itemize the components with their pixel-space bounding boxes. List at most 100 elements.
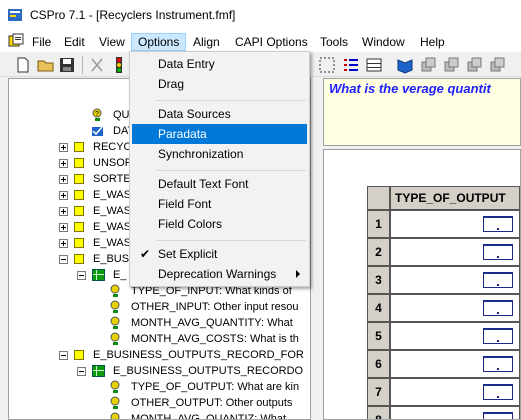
expand-icon[interactable]: [59, 159, 68, 168]
menu-tools[interactable]: Tools: [314, 33, 354, 51]
tree-item[interactable]: MONTH_AVG_QUANTIZ: What: [9, 411, 309, 419]
cut-icon[interactable]: [88, 56, 106, 74]
menu-item-set-explicit[interactable]: ✔ Set Explicit: [132, 244, 307, 264]
field-box[interactable]: [483, 412, 513, 419]
menu-item-synchronization[interactable]: Synchronization: [132, 144, 307, 164]
field-box[interactable]: [483, 356, 513, 372]
field-box[interactable]: [483, 300, 513, 316]
menu-view[interactable]: View: [93, 33, 131, 51]
tree-item[interactable]: MONTH_AVG_COSTS: What is th: [9, 331, 309, 347]
question-field-icon: [110, 412, 120, 419]
menu-item-field-font[interactable]: Field Font: [132, 194, 307, 214]
roster-cell[interactable]: [390, 294, 520, 322]
tree-item[interactable]: E_BUSINESS_OUTPUTS_RECORD_FOR: [9, 347, 309, 363]
tree-item-label: E_WAS: [93, 237, 132, 249]
tree-item-label: UNSOR: [93, 157, 133, 169]
collapse-icon[interactable]: [59, 255, 68, 264]
menu-edit[interactable]: Edit: [58, 33, 91, 51]
layers4-icon[interactable]: [489, 56, 507, 74]
menu-separator: [156, 170, 306, 171]
tree-item-label: MONTH_AVG_QUANTITY: What: [131, 317, 293, 329]
tree-item-label: E_WAS: [93, 205, 132, 217]
menu-align[interactable]: Align: [187, 33, 226, 51]
field-box[interactable]: [483, 216, 513, 232]
record-icon: [74, 254, 84, 264]
expand-icon[interactable]: [59, 191, 68, 200]
select-area-icon[interactable]: [318, 56, 336, 74]
menu-file[interactable]: File: [26, 33, 57, 51]
roster-row-number: 6: [367, 350, 390, 378]
collapse-icon[interactable]: [77, 271, 86, 280]
roster-grid-icon: [92, 365, 105, 377]
list-icon[interactable]: [342, 56, 360, 74]
field-box[interactable]: [483, 272, 513, 288]
menu-item-drag[interactable]: Drag: [132, 74, 307, 94]
roster-cell[interactable]: [390, 238, 520, 266]
menu-options[interactable]: Options: [131, 33, 187, 51]
tree-item-label: QU: [113, 109, 130, 121]
book-icon[interactable]: [396, 56, 414, 74]
toolbar-separator: [82, 56, 83, 74]
menu-item-label: Deprecation Warnings: [158, 267, 277, 281]
collapse-icon[interactable]: [77, 367, 86, 376]
collapse-icon[interactable]: [59, 351, 68, 360]
tree-item[interactable]: OTHER_OUTPUT: Other outputs: [9, 395, 309, 411]
record-icon: [74, 158, 84, 168]
menu-help[interactable]: Help: [414, 33, 451, 51]
record-icon: [74, 222, 84, 232]
layers2-icon[interactable]: [443, 56, 461, 74]
form-designer-pane[interactable]: TYPE_OF_OUTPUT 1 2 3 4 5 6 7 8: [323, 149, 521, 420]
question-field-icon: [110, 332, 120, 345]
menu-window[interactable]: Window: [356, 33, 411, 51]
submenu-arrow-icon: [296, 270, 300, 278]
roster-row-number: 7: [367, 378, 390, 406]
layers3-icon[interactable]: [466, 56, 484, 74]
pane-splitter[interactable]: [312, 78, 322, 420]
tree-item-label: E_BUS: [93, 253, 130, 265]
field-box[interactable]: [483, 328, 513, 344]
expand-icon[interactable]: [59, 175, 68, 184]
roster-cell[interactable]: [390, 266, 520, 294]
tree-item[interactable]: OTHER_INPUT: Other input resou: [9, 299, 309, 315]
record-icon: [74, 350, 84, 360]
question-text-pane: What is the verage quantit: [323, 78, 521, 146]
layers-icon[interactable]: [420, 56, 438, 74]
checkmark-field-icon: [92, 126, 103, 136]
menu-item-default-text-font[interactable]: Default Text Font: [132, 174, 307, 194]
roster-cell[interactable]: [390, 378, 520, 406]
roster-column-header[interactable]: TYPE_OF_OUTPUT: [390, 186, 520, 210]
menu-bar: File Edit View Options Align CAPI Option…: [0, 30, 521, 52]
expand-icon[interactable]: [59, 223, 68, 232]
tree-item-label: MONTH_AVG_COSTS: What is th: [131, 333, 299, 345]
menu-item-deprecation-warnings[interactable]: Deprecation Warnings: [132, 264, 307, 284]
roster-corner: [367, 186, 390, 210]
tree-item-label: E_BUSINESS_OUTPUTS_RECORDO: [113, 365, 304, 377]
roster-cell[interactable]: [390, 210, 520, 238]
traffic-light-icon[interactable]: [110, 56, 128, 74]
expand-icon[interactable]: [59, 239, 68, 248]
save-icon[interactable]: [58, 56, 76, 74]
open-folder-icon[interactable]: [37, 56, 55, 74]
title-bar: CSPro 7.1 - [Recyclers Instrument.fmf]: [0, 0, 521, 30]
new-file-icon[interactable]: [14, 56, 32, 74]
tree-item[interactable]: TYPE_OF_OUTPUT: What are kin: [9, 379, 309, 395]
tree-item[interactable]: E_BUSINESS_OUTPUTS_RECORDO: [9, 363, 309, 379]
menu-capi-options[interactable]: CAPI Options: [229, 33, 314, 51]
document-icon[interactable]: [8, 33, 26, 49]
table-icon[interactable]: [365, 56, 383, 74]
record-icon: [74, 206, 84, 216]
menu-item-data-entry[interactable]: Data Entry: [132, 54, 307, 74]
tree-item[interactable]: MONTH_AVG_QUANTITY: What: [9, 315, 309, 331]
field-box[interactable]: [483, 244, 513, 260]
menu-item-data-sources[interactable]: Data Sources: [132, 104, 307, 124]
expand-icon[interactable]: [59, 143, 68, 152]
expand-icon[interactable]: [59, 207, 68, 216]
field-box[interactable]: [483, 384, 513, 400]
menu-item-paradata[interactable]: Paradata: [132, 124, 307, 144]
roster-cell[interactable]: [390, 350, 520, 378]
question-field-icon: [110, 380, 120, 393]
menu-item-field-colors[interactable]: Field Colors: [132, 214, 307, 234]
roster-cell[interactable]: [390, 322, 520, 350]
tree-item-label: RECYC: [93, 141, 132, 153]
roster-cell[interactable]: [390, 406, 520, 419]
